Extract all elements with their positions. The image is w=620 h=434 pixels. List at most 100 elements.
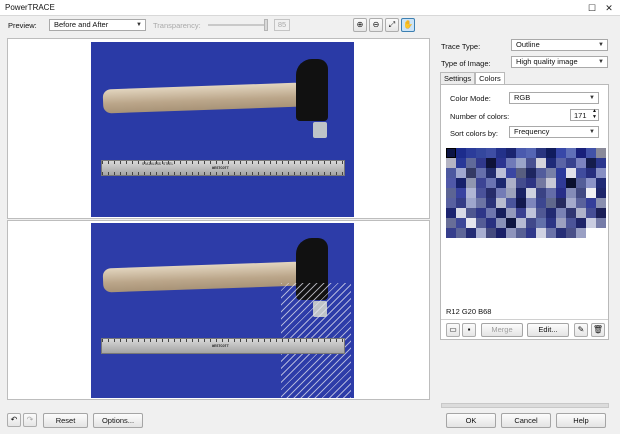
color-swatch[interactable] [576, 198, 586, 208]
color-swatch[interactable] [576, 168, 586, 178]
color-swatch[interactable] [506, 148, 516, 158]
options-button[interactable]: Options... [93, 413, 143, 428]
color-swatch[interactable] [486, 168, 496, 178]
color-swatch[interactable] [456, 168, 466, 178]
color-swatch[interactable] [566, 168, 576, 178]
delete-icon[interactable]: 🗑 [591, 323, 605, 337]
color-swatch[interactable] [536, 228, 546, 238]
color-mode-select[interactable]: RGB ▼ [509, 92, 599, 104]
color-swatch[interactable] [446, 158, 456, 168]
fit-to-window-icon[interactable]: ⤢ [385, 18, 399, 32]
color-swatch[interactable] [496, 178, 506, 188]
color-swatch[interactable] [536, 208, 546, 218]
color-swatch[interactable] [456, 198, 466, 208]
color-swatch[interactable] [556, 148, 566, 158]
color-swatch[interactable] [526, 168, 536, 178]
color-swatch[interactable] [516, 158, 526, 168]
color-swatch[interactable] [526, 148, 536, 158]
color-swatch[interactable] [476, 148, 486, 158]
color-swatch[interactable] [476, 198, 486, 208]
color-swatch[interactable] [506, 178, 516, 188]
color-swatch[interactable] [536, 218, 546, 228]
color-swatch[interactable] [576, 208, 586, 218]
color-swatch[interactable] [446, 208, 456, 218]
trace-type-select[interactable]: Outline ▼ [511, 39, 608, 51]
color-swatch[interactable] [456, 158, 466, 168]
color-swatch[interactable] [456, 208, 466, 218]
color-swatch[interactable] [476, 178, 486, 188]
color-swatch[interactable] [526, 218, 536, 228]
color-swatch[interactable] [566, 208, 576, 218]
color-swatch[interactable] [506, 198, 516, 208]
color-swatch[interactable] [456, 148, 466, 158]
color-swatch[interactable] [476, 218, 486, 228]
color-swatch[interactable] [596, 198, 606, 208]
color-swatch[interactable] [546, 208, 556, 218]
color-swatch[interactable] [576, 218, 586, 228]
color-swatch[interactable] [526, 208, 536, 218]
color-swatch[interactable] [526, 228, 536, 238]
color-swatch[interactable] [576, 178, 586, 188]
maximize-icon[interactable]: ☐ [586, 2, 598, 14]
color-swatch[interactable] [576, 148, 586, 158]
color-swatch[interactable] [496, 188, 506, 198]
color-swatch[interactable] [476, 188, 486, 198]
transparency-slider-thumb[interactable] [264, 19, 268, 31]
color-swatch[interactable] [596, 168, 606, 178]
color-swatch[interactable] [486, 148, 496, 158]
color-swatch[interactable] [586, 208, 596, 218]
after-preview-pane[interactable]: WESTCOTT [7, 220, 430, 400]
color-swatch[interactable] [556, 178, 566, 188]
transparency-slider[interactable] [208, 24, 268, 26]
color-swatch[interactable] [446, 178, 456, 188]
color-swatch[interactable] [526, 198, 536, 208]
image-type-select[interactable]: High quality image ▼ [511, 56, 608, 68]
color-swatch[interactable] [466, 228, 476, 238]
color-swatch[interactable] [466, 168, 476, 178]
color-swatch[interactable] [446, 198, 456, 208]
color-swatch[interactable] [566, 148, 576, 158]
color-swatch[interactable] [556, 208, 566, 218]
color-swatch[interactable] [446, 188, 456, 198]
color-swatch[interactable] [466, 188, 476, 198]
color-swatch[interactable] [546, 188, 556, 198]
color-swatch[interactable] [586, 188, 596, 198]
color-swatch[interactable] [546, 218, 556, 228]
color-swatch[interactable] [486, 188, 496, 198]
color-swatch[interactable] [516, 148, 526, 158]
color-swatch[interactable] [586, 158, 596, 168]
color-swatch[interactable] [546, 228, 556, 238]
color-swatch[interactable] [446, 218, 456, 228]
help-button[interactable]: Help [556, 413, 606, 428]
color-swatch[interactable] [536, 178, 546, 188]
color-swatch[interactable] [516, 218, 526, 228]
color-swatch[interactable] [496, 158, 506, 168]
color-swatch[interactable] [486, 228, 496, 238]
color-swatch[interactable] [596, 148, 606, 158]
color-swatch[interactable] [466, 198, 476, 208]
color-swatch[interactable] [536, 158, 546, 168]
color-swatch[interactable] [466, 178, 476, 188]
color-swatch[interactable] [526, 178, 536, 188]
color-swatch[interactable] [496, 208, 506, 218]
color-swatch[interactable] [596, 158, 606, 168]
color-swatch[interactable] [556, 198, 566, 208]
zoom-out-icon[interactable]: ⊖ [369, 18, 383, 32]
color-swatch[interactable] [506, 208, 516, 218]
sort-colors-select[interactable]: Frequency ▼ [509, 126, 599, 138]
color-swatch[interactable] [486, 208, 496, 218]
color-swatch[interactable] [486, 178, 496, 188]
color-swatch[interactable] [546, 148, 556, 158]
color-swatch[interactable] [516, 208, 526, 218]
eyedropper-icon[interactable]: ✎ [574, 323, 588, 337]
color-swatch[interactable] [496, 218, 506, 228]
color-swatch[interactable] [476, 208, 486, 218]
color-swatch[interactable] [516, 168, 526, 178]
color-swatch[interactable] [466, 158, 476, 168]
color-swatch[interactable] [516, 178, 526, 188]
color-swatch[interactable] [456, 178, 466, 188]
color-swatch[interactable] [496, 228, 506, 238]
color-swatch[interactable] [546, 168, 556, 178]
cancel-button[interactable]: Cancel [501, 413, 551, 428]
color-swatch[interactable] [496, 198, 506, 208]
